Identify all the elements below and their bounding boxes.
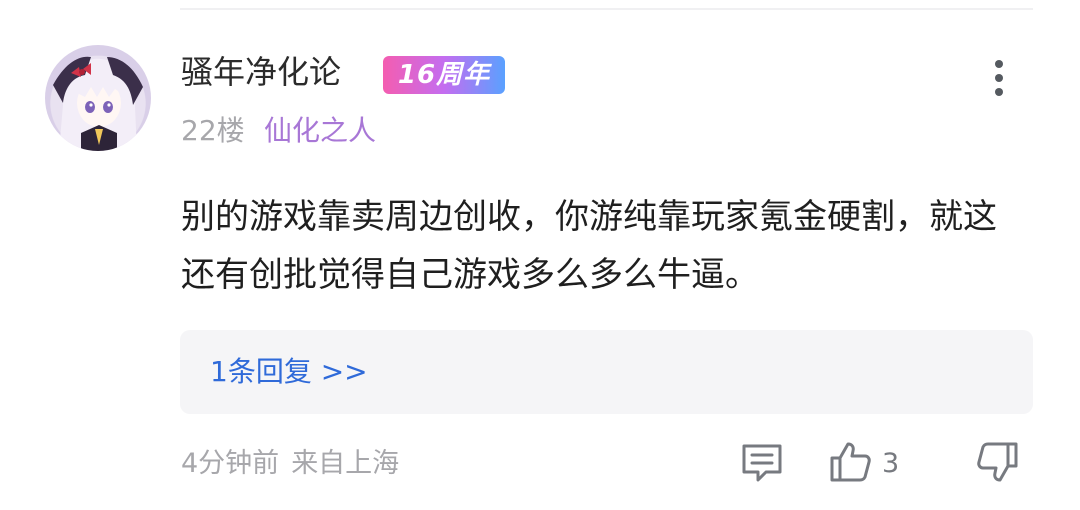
timestamp: 4分钟前 xyxy=(181,448,280,479)
avatar-illustration xyxy=(53,56,143,151)
reply-button[interactable] xyxy=(740,442,784,484)
location: 来自上海 xyxy=(291,448,400,479)
floor-number: 22楼 xyxy=(181,114,245,147)
more-vertical-icon xyxy=(995,60,1003,68)
reply-box[interactable]: 1条回复 >> xyxy=(180,330,1033,414)
thumbs-down-icon xyxy=(977,442,1018,482)
view-replies-link[interactable]: 1条回复 >> xyxy=(210,352,368,392)
dislike-button[interactable] xyxy=(976,440,1020,484)
comment-meta: 4分钟前 来自上海 xyxy=(181,445,399,483)
like-count: 3 xyxy=(882,448,900,479)
comment-body: 别的游戏靠卖周边创收，你游纯靠玩家氪金硬割，就这还有创批觉得自己游戏多么多么牛逼… xyxy=(181,197,997,295)
avatar[interactable] xyxy=(45,45,151,151)
comment-icon xyxy=(742,444,782,482)
top-divider xyxy=(180,8,1033,10)
anniversary-badge: 16周年 xyxy=(383,56,505,94)
like-button[interactable] xyxy=(828,440,872,484)
more-options-button[interactable] xyxy=(982,56,1016,100)
user-title: 仙化之人 xyxy=(264,114,377,147)
username[interactable]: 骚年净化论 xyxy=(181,52,341,92)
thumbs-up-icon xyxy=(830,442,871,482)
